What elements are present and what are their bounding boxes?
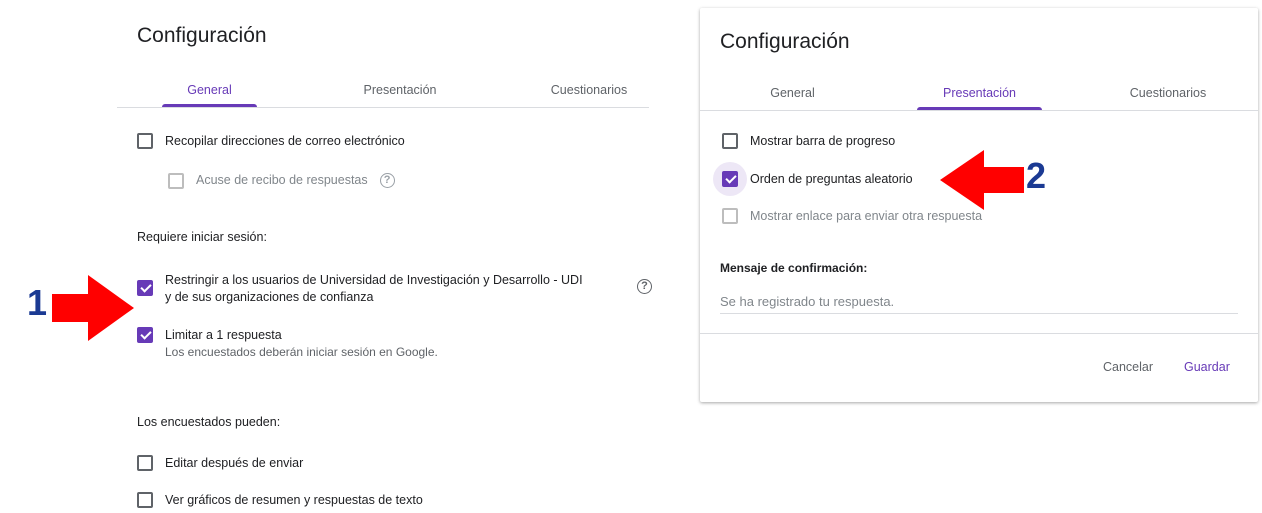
annotation-number-2: 2 [1026,155,1047,196]
limit-one-response-sub: Los encuestados deberán iniciar sesión e… [165,345,438,359]
view-charts-checkbox[interactable] [137,492,153,508]
view-charts-label: Ver gráficos de resumen y respuestas de … [165,493,423,507]
tab-general[interactable]: General [162,80,257,116]
edit-after-submit-option[interactable]: Editar después de enviar [137,455,303,472]
restrict-users-label: Restringir a los usuarios de Universidad… [165,272,583,306]
collect-emails-checkbox[interactable] [137,133,153,149]
cancel-button[interactable]: Cancelar [1103,360,1153,374]
tab-bar: General Presentación Cuestionarios [700,83,1258,127]
tab-cuestionarios[interactable]: Cuestionarios [534,80,644,116]
tab-cuestionarios[interactable]: Cuestionarios [1103,83,1233,119]
footer-divider [700,333,1258,334]
confirmation-message-input[interactable]: Se ha registrado tu respuesta. [720,294,894,309]
progress-bar-label: Mostrar barra de progreso [750,134,896,148]
progress-bar-option[interactable]: Mostrar barra de progreso [722,133,895,150]
tab-presentacion[interactable]: Presentación [917,83,1042,119]
tab-general[interactable]: General [745,83,840,119]
show-link-checkbox[interactable] [722,208,738,224]
red-arrow-right-icon [52,275,134,341]
collect-emails-option[interactable]: Recopilar direcciones de correo electrón… [137,133,405,150]
edit-after-submit-checkbox[interactable] [137,455,153,471]
response-receipt-checkbox[interactable] [168,172,184,189]
restrict-users-line2: y de sus organizaciones de confianza [165,290,374,304]
shuffle-order-option[interactable]: Orden de preguntas aleatorio [722,171,913,188]
show-link-label: Mostrar enlace para enviar otra respuest… [750,209,983,223]
shuffle-order-label: Orden de preguntas aleatorio [750,172,913,186]
tab-divider [700,110,1258,111]
restrict-users-checkbox[interactable] [137,280,153,296]
respondents-section-heading: Los encuestados pueden: [137,415,281,429]
restrict-users-option[interactable]: Restringir a los usuarios de Universidad… [137,272,583,306]
login-section-heading: Requiere iniciar sesión: [137,230,267,244]
help-icon[interactable]: ? [379,173,395,188]
red-arrow-left-icon [940,150,1024,210]
tab-divider [117,107,649,108]
view-charts-option[interactable]: Ver gráficos de resumen y respuestas de … [137,492,423,509]
show-link-option[interactable]: Mostrar enlace para enviar otra respuest… [722,208,982,225]
help-icon[interactable]: ? [637,279,652,294]
panel-title: Configuración [137,24,267,47]
tab-presentacion[interactable]: Presentación [345,80,455,116]
limit-one-response-text: Limitar a 1 respuesta Los encuestados de… [165,327,438,360]
response-receipt-label: Acuse de recibo de respuestas [196,173,368,187]
limit-one-response-checkbox[interactable] [137,327,153,343]
settings-panel-general: Configuración General Presentación Cuest… [117,0,652,513]
confirmation-input-underline [720,313,1238,314]
save-button[interactable]: Guardar [1184,360,1230,374]
collect-emails-label: Recopilar direcciones de correo electrón… [165,134,405,148]
shuffle-order-checkbox[interactable] [722,171,738,187]
panel-title: Configuración [720,30,850,53]
progress-bar-checkbox[interactable] [722,133,738,149]
restrict-users-line1: Restringir a los usuarios de Universidad… [165,273,583,287]
limit-one-response-option[interactable]: Limitar a 1 respuesta Los encuestados de… [137,327,438,360]
confirmation-message-label: Mensaje de confirmación: [720,261,868,275]
tab-bar: General Presentación Cuestionarios [117,80,649,124]
edit-after-submit-label: Editar después de enviar [165,456,304,470]
limit-one-response-label: Limitar a 1 respuesta [165,328,282,342]
response-receipt-option[interactable]: Acuse de recibo de respuestas ? [168,172,395,189]
annotation-number-1: 1 [27,282,48,323]
